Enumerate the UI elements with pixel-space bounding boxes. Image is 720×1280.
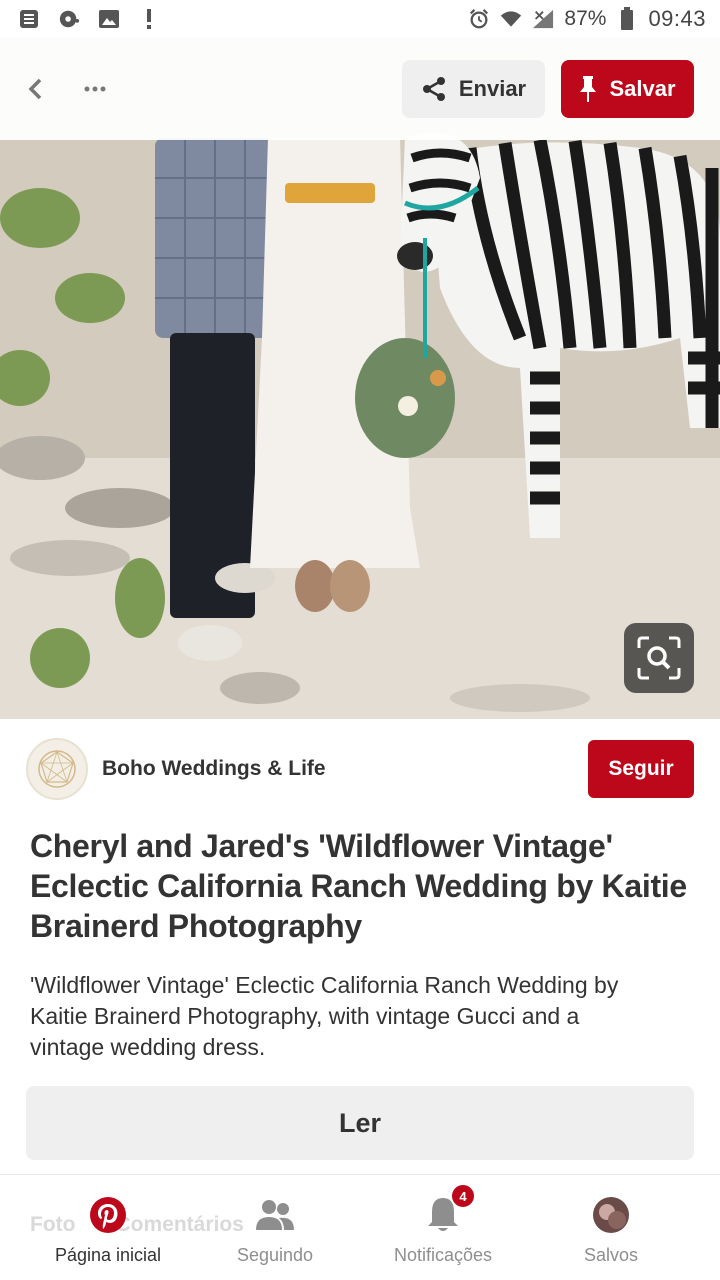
nav-saved-label: Salvos bbox=[583, 1245, 639, 1265]
back-button[interactable] bbox=[20, 69, 50, 109]
visual-search-button[interactable] bbox=[624, 623, 694, 693]
more-dots-icon bbox=[84, 86, 106, 92]
more-options-button[interactable] bbox=[78, 69, 112, 109]
lens-search-icon bbox=[637, 636, 681, 680]
share-icon bbox=[422, 77, 445, 101]
pin-description: 'Wildflower Vintage' Eclectic California… bbox=[30, 972, 619, 1060]
bell-icon: 4 bbox=[426, 1183, 476, 1239]
music-disc-icon bbox=[58, 8, 80, 30]
notification-badge: 4 bbox=[450, 1183, 476, 1209]
nav-notifications[interactable]: 4 Notificações bbox=[358, 1183, 528, 1266]
nav-home-label: Página inicial bbox=[54, 1245, 162, 1265]
nav-notifications-label: Notificações bbox=[393, 1245, 493, 1265]
pushpin-icon bbox=[580, 76, 597, 102]
share-button[interactable]: Enviar bbox=[402, 60, 545, 118]
pin-header-bar: Enviar Salvar bbox=[0, 38, 720, 140]
read-button[interactable]: Ler bbox=[26, 1086, 694, 1160]
board-row: Boho Weddings & Life Seguir bbox=[0, 738, 720, 800]
board-avatar[interactable] bbox=[26, 738, 88, 800]
save-label: Salvar bbox=[609, 76, 676, 101]
geometric-logo-icon bbox=[38, 750, 76, 788]
status-bar: 87% 09:43 bbox=[0, 0, 720, 38]
pin-title: Cheryl and Jared's 'Wildflower Vintage' … bbox=[30, 828, 687, 944]
alarm-icon bbox=[468, 8, 490, 30]
nav-following[interactable]: Seguindo bbox=[190, 1191, 360, 1266]
notes-icon bbox=[18, 8, 40, 30]
board-name[interactable]: Boho Weddings & Life bbox=[102, 757, 326, 781]
pin-image-illustration bbox=[0, 38, 720, 719]
battery-icon bbox=[616, 7, 638, 30]
clock: 09:43 bbox=[648, 6, 706, 31]
save-button[interactable]: Salvar bbox=[561, 60, 694, 118]
wifi-icon bbox=[500, 8, 522, 30]
profile-avatar-icon bbox=[592, 1191, 630, 1239]
share-label: Enviar bbox=[458, 76, 527, 101]
nav-following-label: Seguindo bbox=[236, 1245, 314, 1265]
status-left-icons bbox=[18, 8, 160, 30]
people-icon bbox=[255, 1191, 295, 1239]
chevron-left-icon bbox=[28, 78, 42, 100]
nav-saved[interactable]: Salvos bbox=[526, 1191, 696, 1266]
status-right-icons: 87% 09:43 bbox=[468, 6, 706, 32]
alert-icon bbox=[138, 8, 160, 30]
image-icon bbox=[98, 8, 120, 30]
follow-button[interactable]: Seguir bbox=[588, 740, 694, 798]
battery-percent: 87% bbox=[564, 7, 607, 30]
pinterest-logo-icon bbox=[89, 1191, 127, 1239]
signal-icon bbox=[532, 8, 554, 30]
bottom-navigation: Foto Comentários Página inicial Seguindo… bbox=[0, 1174, 720, 1280]
pin-image[interactable] bbox=[0, 38, 720, 719]
nav-home[interactable]: Página inicial bbox=[23, 1191, 193, 1266]
